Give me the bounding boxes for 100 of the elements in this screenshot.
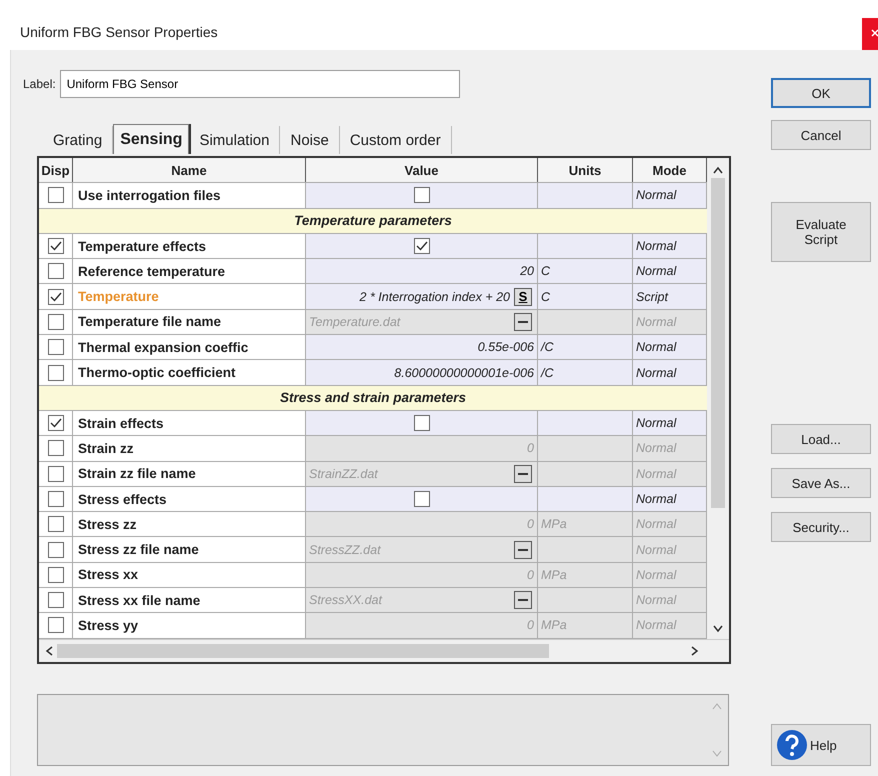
table-cell: Script	[633, 284, 707, 309]
file-name: StrainZZ.dat	[309, 466, 378, 481]
table-cell: C	[538, 284, 633, 309]
table-cell: Normal	[633, 486, 707, 512]
side-button[interactable]: Save As...	[771, 468, 871, 498]
horizontal-scrollbar[interactable]	[39, 638, 729, 662]
display-checkbox[interactable]	[48, 617, 64, 634]
browse-button[interactable]	[514, 591, 532, 610]
table-cell: Normal	[633, 310, 707, 334]
table-cell: 20	[306, 259, 538, 284]
browse-button[interactable]	[514, 540, 532, 559]
checkmark-icon	[50, 241, 62, 252]
script-button[interactable]: S	[514, 288, 532, 306]
display-checkbox[interactable]	[48, 516, 64, 532]
checkmark-icon	[50, 292, 62, 302]
column-header[interactable]: Name	[73, 158, 306, 182]
ellipsis-icon	[518, 548, 528, 552]
display-checkbox[interactable]	[48, 187, 64, 204]
checkmark-icon	[416, 241, 428, 252]
close-button[interactable]	[862, 18, 878, 52]
checkmark-icon	[50, 418, 62, 428]
tab[interactable]: Custom order	[340, 126, 452, 154]
display-checkbox[interactable]	[48, 314, 64, 330]
file-name: StressZZ.dat	[309, 542, 381, 557]
file-name: StressXX.dat	[309, 593, 382, 608]
table-cell: Normal	[633, 512, 707, 536]
side-button[interactable]: Security...	[771, 512, 871, 542]
table-cell: Normal	[633, 436, 707, 461]
scroll-thumb[interactable]	[57, 644, 549, 658]
script-expression: 2 * Interrogation index + 20	[360, 290, 511, 304]
column-header[interactable]: Mode	[633, 158, 707, 182]
display-checkbox[interactable]	[48, 263, 64, 280]
label-input[interactable]: Uniform FBG Sensor	[60, 70, 460, 98]
table-cell: MPa	[538, 512, 633, 536]
table-cell: Normal	[633, 410, 707, 436]
display-checkbox[interactable]	[48, 238, 64, 254]
ellipsis-icon	[518, 598, 528, 602]
table-cell: 0	[306, 613, 538, 638]
table-cell: MPa	[538, 613, 633, 638]
value-checkbox[interactable]	[414, 415, 430, 432]
table-cell: Normal	[633, 183, 707, 208]
display-checkbox[interactable]	[48, 566, 64, 583]
scroll-right-icon	[691, 646, 699, 656]
tab[interactable]: Sensing	[113, 124, 190, 154]
help-icon	[776, 729, 808, 761]
scroll-down-icon	[713, 624, 723, 633]
table-cell: 8.60000000000001e-006	[306, 360, 538, 385]
section-title: Stress and strain parameters	[280, 390, 466, 406]
window-title: Uniform FBG Sensor Properties	[20, 24, 218, 40]
display-checkbox[interactable]	[48, 339, 64, 356]
scroll-up-icon	[713, 166, 723, 174]
column-header[interactable]: Units	[538, 158, 633, 182]
value-checkbox[interactable]	[414, 187, 430, 204]
display-checkbox[interactable]	[48, 288, 64, 305]
help-button[interactable]: Help	[771, 724, 871, 766]
file-name: Temperature.dat	[309, 314, 400, 329]
display-checkbox[interactable]	[48, 440, 64, 456]
scroll-left-icon	[45, 646, 53, 656]
table-cell: 0.55e-006	[306, 335, 538, 360]
table-cell: Normal	[633, 259, 707, 284]
table-cell: Normal	[633, 537, 707, 562]
value-checkbox[interactable]	[414, 238, 430, 254]
table-cell: 0	[306, 512, 538, 536]
display-checkbox[interactable]	[48, 491, 64, 507]
table-cell: /C	[538, 335, 633, 360]
evaluate-script-button[interactable]: Evaluate Script	[771, 202, 871, 262]
table-cell: /C	[538, 360, 633, 385]
section-title: Temperature parameters	[294, 213, 452, 228]
display-checkbox[interactable]	[48, 466, 64, 482]
table-cell: Normal	[633, 588, 707, 612]
value-checkbox[interactable]	[414, 491, 430, 507]
help-label: Help	[810, 738, 837, 752]
table-cell: C	[538, 259, 633, 284]
table-cell: Normal	[633, 234, 707, 258]
display-checkbox[interactable]	[48, 364, 64, 381]
tab[interactable]: Noise	[280, 126, 340, 154]
table-cell: Normal	[633, 613, 707, 638]
browse-button[interactable]	[514, 312, 532, 331]
scroll-down-icon	[712, 750, 722, 757]
cancel-button[interactable]: Cancel	[771, 120, 871, 150]
table-cell: 0	[306, 562, 538, 588]
column-header[interactable]: Value	[306, 158, 538, 182]
table-cell: Normal	[633, 360, 707, 385]
ok-button[interactable]: OK	[771, 78, 871, 108]
table-cell: Normal	[633, 562, 707, 588]
tab[interactable]: Simulation	[189, 126, 280, 154]
browse-button[interactable]	[514, 464, 532, 483]
side-button[interactable]: Load...	[771, 424, 871, 454]
vertical-scrollbar[interactable]	[707, 158, 729, 639]
ellipsis-icon	[518, 320, 528, 324]
table-cell: MPa	[538, 562, 633, 588]
table-cell: 0	[306, 436, 538, 461]
scroll-thumb[interactable]	[711, 178, 725, 508]
table-cell: Normal	[633, 335, 707, 360]
column-header[interactable]: Disp	[39, 158, 73, 182]
table-cell: Normal	[633, 462, 707, 486]
display-checkbox[interactable]	[48, 592, 64, 608]
display-checkbox[interactable]	[48, 415, 64, 432]
label-caption: Label:	[23, 77, 56, 91]
display-checkbox[interactable]	[48, 542, 64, 558]
